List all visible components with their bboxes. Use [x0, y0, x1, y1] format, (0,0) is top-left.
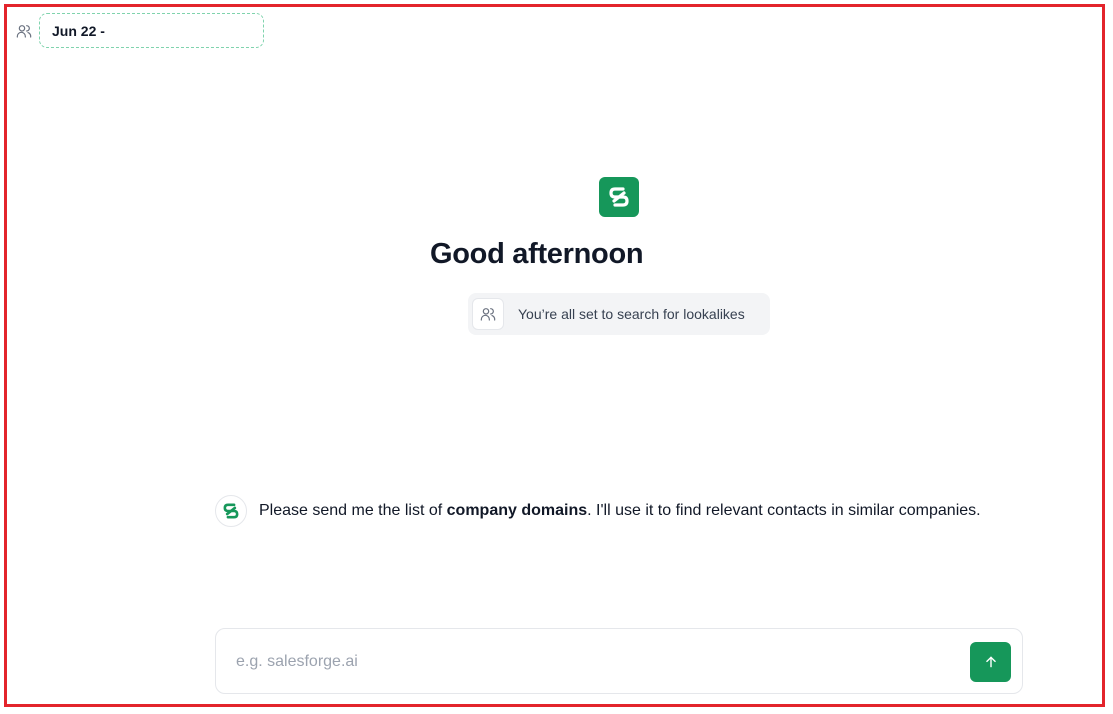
status-pill: You’re all set to search for lookalikes	[468, 293, 770, 335]
assistant-message-text: Please send me the list of company domai…	[259, 502, 981, 520]
brand-logo-icon	[215, 495, 247, 527]
message-text-part: Please send me the list of	[259, 502, 447, 519]
domain-input[interactable]	[236, 649, 936, 675]
status-text: You’re all set to search for lookalikes	[518, 306, 745, 322]
arrow-up-icon	[985, 656, 996, 668]
date-range-label: Jun 22 -	[52, 22, 105, 39]
users-icon	[16, 25, 32, 38]
message-bold-text: company domains	[446, 502, 588, 519]
users-icon	[472, 298, 504, 330]
brand-logo-icon	[599, 177, 639, 217]
send-button[interactable]	[970, 642, 1011, 682]
assistant-message: Please send me the list of company domai…	[215, 495, 1045, 527]
message-text-part: . I'll use it to find relevant contacts …	[587, 502, 981, 519]
message-composer	[215, 628, 1023, 694]
date-range-selector[interactable]: Jun 22 -	[39, 13, 264, 48]
app-frame	[4, 4, 1105, 707]
greeting-heading: Good afternoon	[430, 238, 644, 270]
